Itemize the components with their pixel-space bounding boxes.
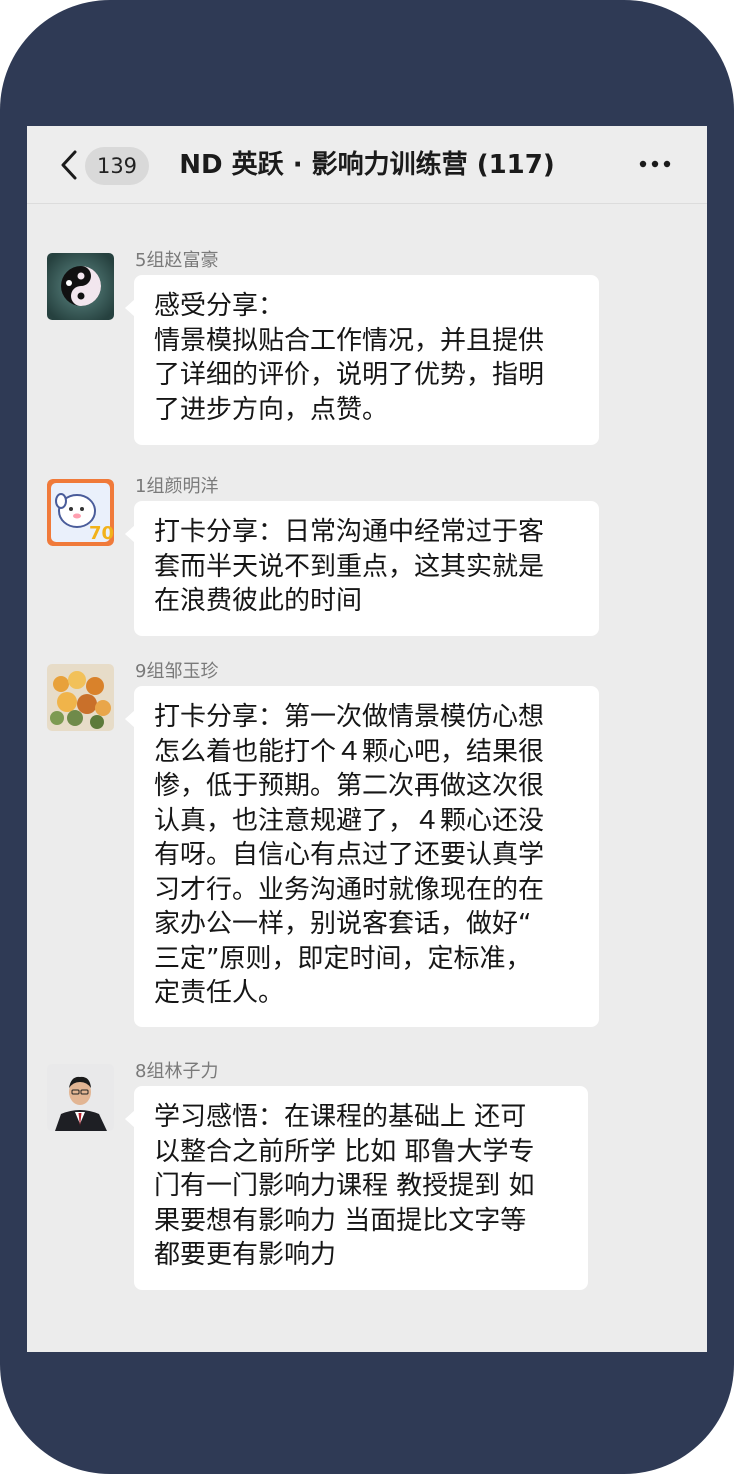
message-line: 习才行。业务沟通时就像现在的在 (154, 874, 545, 905)
message-bubble[interactable]: 打卡分享：第一次做情景模仿心想 怎么着也能打个４颗心吧，结果很 惨，低于预期。第… (125, 686, 599, 1027)
chat-header: 139 ND 英跃 · 影响力训练营 (117) (27, 126, 707, 204)
chat-screen: 139 ND 英跃 · 影响力训练营 (117) 5组赵富豪 感受分享： 情景模… (27, 126, 707, 1352)
message-line: 情景模拟贴合工作情况，并且提供 (154, 325, 545, 356)
message-bubble[interactable]: 学习感悟：在课程的基础上 还可 以整合之前所学 比如 耶鲁大学专 门有一门影响力… (125, 1086, 588, 1290)
message-line: 果要想有影响力 当面提比文字等 (154, 1205, 527, 1236)
message-bubble[interactable]: 打卡分享：日常沟通中经常过于客 套而半天说不到重点，这其实就是 在浪费彼此的时间 (125, 501, 599, 636)
more-dots-icon[interactable] (635, 154, 675, 174)
message-line: 学习感悟：在课程的基础上 还可 (154, 1102, 527, 1132)
message-line: 套而半天说不到重点，这其实就是 (154, 551, 545, 582)
message-line: 打卡分享：日常沟通中经常过于客 (154, 517, 545, 547)
message-line: 定责任人。 (154, 978, 285, 1008)
message-line: 有呀。自信心有点过了还要认真学 (154, 840, 545, 870)
chat-title: ND 英跃 · 影响力训练营 (117) (179, 150, 555, 180)
sender-name: 5组赵富豪 (135, 250, 219, 271)
message-line: 以整合之前所学 比如 耶鲁大学专 (154, 1136, 535, 1167)
svg-text:70: 70 (89, 523, 114, 544)
chevron-left-icon[interactable] (55, 148, 85, 182)
message-line: 认真，也注意规避了，４颗心还没 (154, 805, 545, 836)
flower-bouquet-avatar[interactable] (47, 664, 114, 731)
message-line: 三定”原则，即定时间，定标准， (154, 943, 532, 974)
message-bubble[interactable]: 感受分享： 情景模拟贴合工作情况，并且提供 了详细的评价，说明了优势，指明 了进… (125, 275, 599, 445)
sender-name: 8组林子力 (135, 1061, 219, 1082)
man-in-suit-avatar[interactable] (47, 1064, 114, 1131)
phone-frame: 139 ND 英跃 · 影响力训练营 (117) 5组赵富豪 感受分享： 情景模… (0, 0, 734, 1474)
yin-yang-avatar[interactable] (47, 253, 114, 320)
message-line: 惨，低于预期。第二次再做这次很 (154, 771, 545, 801)
message-line: 在浪费彼此的时间 (154, 586, 363, 616)
sender-name: 9组邹玉珍 (135, 661, 219, 682)
message-line: 了详细的评价，说明了优势，指明 (154, 360, 545, 390)
message-line: 了进步方向，点赞。 (154, 394, 389, 425)
sender-name: 1组颜明洋 (135, 476, 219, 497)
message-line: 打卡分享：第一次做情景模仿心想 (154, 702, 545, 732)
unread-count-badge[interactable]: 139 (85, 147, 149, 185)
cartoon-dog-avatar[interactable]: 70 (47, 479, 114, 546)
message-line: 怎么着也能打个４颗心吧，结果很 (154, 736, 545, 767)
message-line: 感受分享： (154, 291, 285, 321)
message-line: 都要更有影响力 (154, 1240, 337, 1270)
message-line: 门有一门影响力课程 教授提到 如 (154, 1171, 535, 1201)
message-line: 家办公一样，别说客套话，做好“ (154, 909, 532, 939)
